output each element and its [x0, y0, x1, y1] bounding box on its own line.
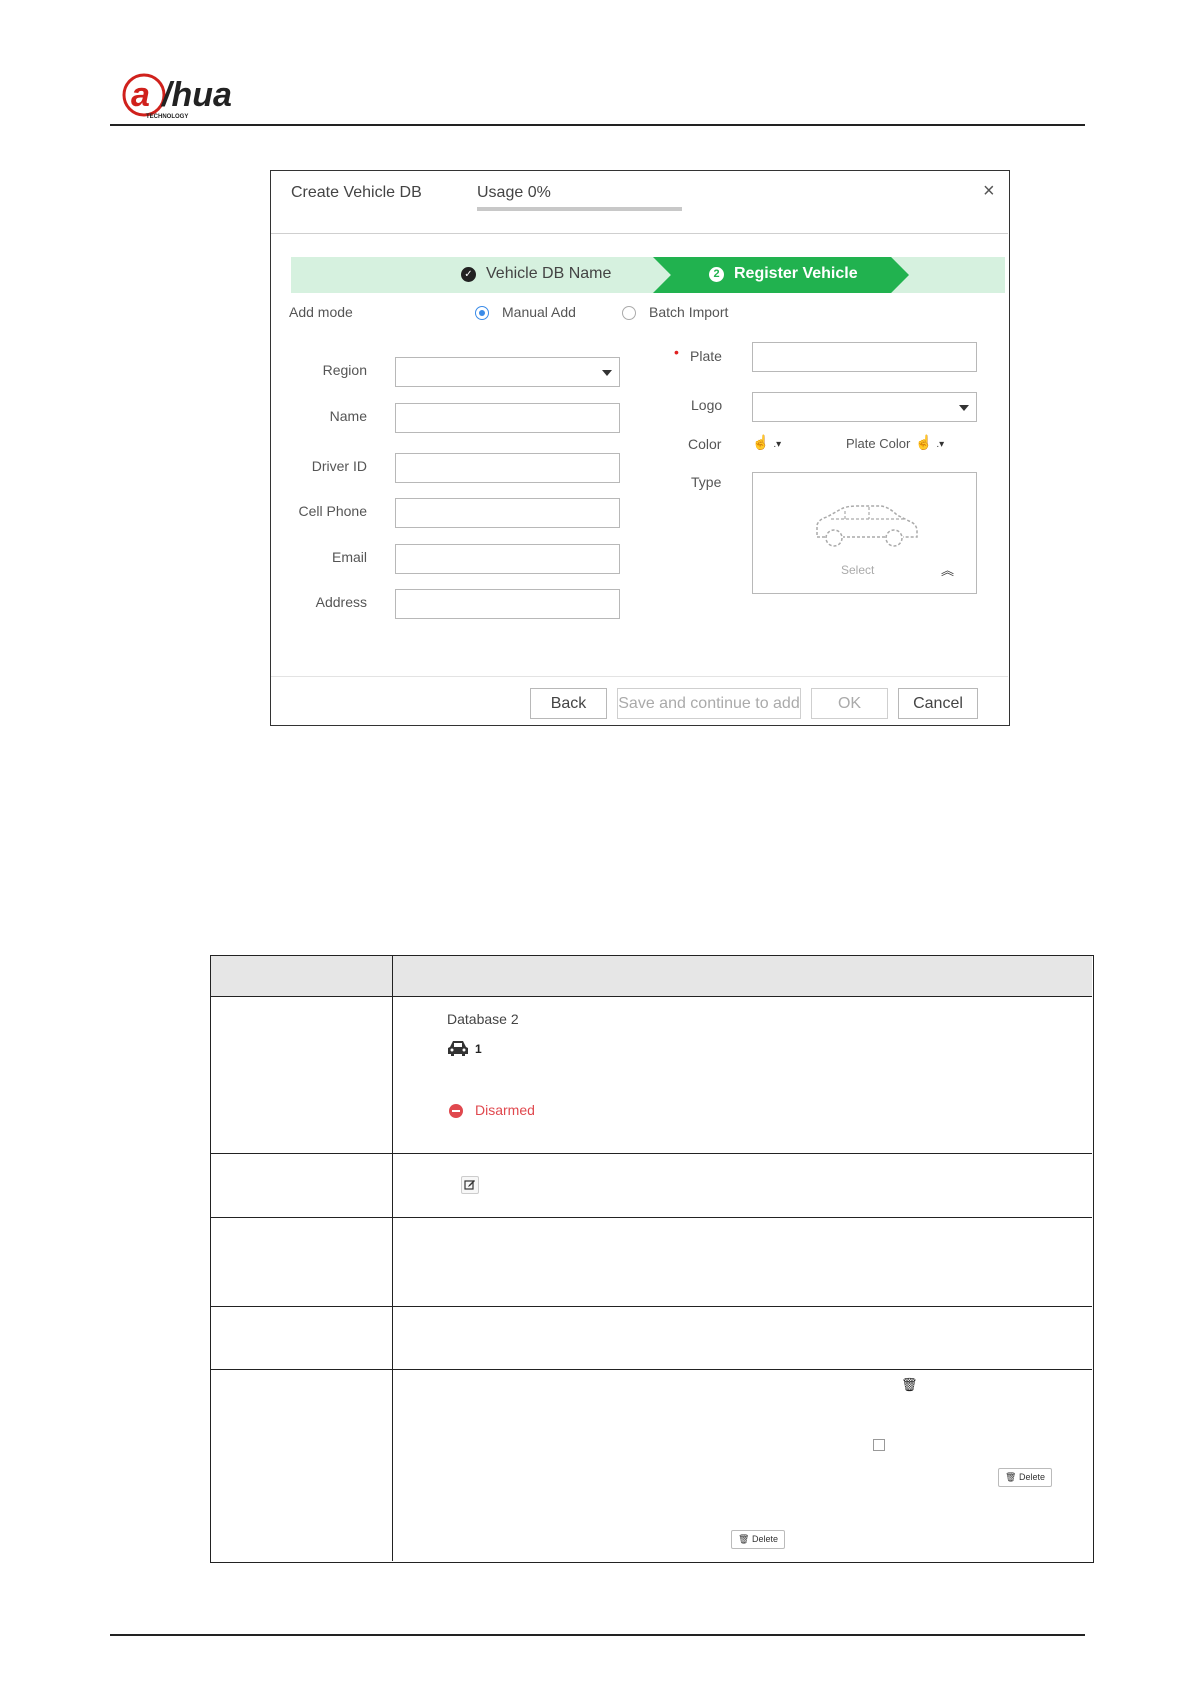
driver-id-label: Driver ID	[311, 458, 367, 474]
parameter-table: Database 2 1 Disarmed 🗑 🗑 Delete 🗑 Delet…	[210, 955, 1094, 1563]
region-select[interactable]	[395, 357, 620, 387]
header-rule	[110, 124, 1085, 126]
hand-pointer-icon: ☝	[915, 434, 933, 450]
batch-import-label: Batch Import	[649, 304, 729, 320]
trash-icon: 🗑	[738, 1534, 750, 1544]
manual-add-label: Manual Add	[502, 304, 576, 320]
address-input[interactable]	[395, 589, 620, 619]
logo-label: Logo	[691, 397, 723, 413]
step-vehicle-db-name[interactable]: ✓ Vehicle DB Name	[461, 265, 611, 283]
step-register-vehicle[interactable]: 2 Register Vehicle	[653, 257, 909, 293]
svg-text:/hua: /hua	[160, 76, 232, 114]
footer-rule	[110, 1634, 1085, 1636]
trash-icon: 🗑	[1005, 1472, 1017, 1482]
car-outline-icon	[816, 505, 918, 547]
disarmed-icon	[449, 1104, 463, 1118]
plate-color-picker[interactable]: ☝ .▾	[915, 434, 944, 451]
region-label: Region	[322, 362, 367, 378]
chevron-up-icon[interactable]: ︽	[941, 560, 954, 579]
color-picker[interactable]: ☝ .▾	[752, 434, 781, 451]
radio-manual-add[interactable]	[475, 306, 489, 320]
dialog-header-divider	[271, 233, 1008, 234]
delete-label: Delete	[751, 1534, 778, 1544]
back-button[interactable]: Back	[530, 688, 607, 719]
hand-pointer-icon: ☝	[752, 434, 770, 450]
step-number: 2	[709, 267, 724, 282]
trash-icon[interactable]: 🗑	[901, 1377, 918, 1393]
step-bar: ✓ Vehicle DB Name 2 Register Vehicle	[291, 257, 1005, 293]
chevron-down-icon	[959, 405, 969, 411]
driver-id-input[interactable]	[395, 453, 620, 483]
email-input[interactable]	[395, 544, 620, 574]
usage-label: Usage 0%	[477, 184, 551, 201]
email-label: Email	[331, 549, 367, 565]
cancel-button[interactable]: Cancel	[898, 688, 978, 719]
dialog-footer-divider	[271, 676, 1008, 677]
radio-batch-import[interactable]	[622, 306, 636, 320]
row-divider	[211, 1153, 1092, 1154]
usage-progress-bar	[477, 207, 682, 211]
plate-label: Plate	[690, 348, 722, 364]
close-icon[interactable]: ×	[983, 180, 995, 203]
dahua-logo: a /hua TECHNOLOGY	[122, 73, 232, 120]
type-label: Type	[691, 474, 722, 490]
vehicle-type-selector[interactable]: Select ︽	[752, 472, 977, 594]
select-checkbox[interactable]	[873, 1439, 885, 1451]
delete-button[interactable]: 🗑 Delete	[731, 1530, 785, 1549]
ok-button[interactable]: OK	[811, 688, 888, 719]
vehicle-count: 1	[475, 1042, 482, 1056]
column-divider	[392, 956, 393, 1561]
name-label: Name	[329, 408, 367, 424]
delete-button[interactable]: 🗑 Delete	[998, 1468, 1052, 1487]
color-label: Color	[688, 436, 722, 452]
row-divider	[211, 1369, 1092, 1370]
table-header-row	[211, 956, 1092, 997]
plate-input[interactable]	[752, 342, 977, 372]
type-select-text: Select	[841, 563, 875, 577]
disarmed-status: Disarmed	[475, 1102, 535, 1118]
name-input[interactable]	[395, 403, 620, 433]
database-name: Database 2	[447, 1011, 519, 1027]
svg-text:TECHNOLOGY: TECHNOLOGY	[146, 114, 188, 120]
logo-select[interactable]	[752, 392, 977, 422]
dialog-title: Create Vehicle DB	[291, 184, 422, 201]
check-circle-icon: ✓	[461, 267, 476, 282]
address-label: Address	[315, 594, 367, 610]
edit-icon[interactable]	[461, 1176, 479, 1194]
chevron-down-icon	[602, 370, 612, 376]
delete-label: Delete	[1018, 1472, 1045, 1482]
step-label: Register Vehicle	[734, 265, 858, 282]
cell-phone-label: Cell Phone	[298, 503, 368, 519]
row-divider	[211, 1306, 1092, 1307]
car-icon	[448, 1041, 468, 1056]
required-mark: •	[674, 344, 679, 360]
svg-text:a: a	[131, 76, 150, 114]
cell-phone-input[interactable]	[395, 498, 620, 528]
add-mode-label: Add mode	[289, 304, 353, 320]
create-vehicle-db-dialog: Create Vehicle DB Usage 0% × ✓ Vehicle DB…	[270, 170, 1010, 726]
step-label: Vehicle DB Name	[486, 265, 612, 282]
save-and-continue-button[interactable]: Save and continue to add	[617, 688, 801, 719]
row-divider	[211, 1217, 1092, 1218]
plate-color-label: Plate Color	[846, 436, 911, 451]
